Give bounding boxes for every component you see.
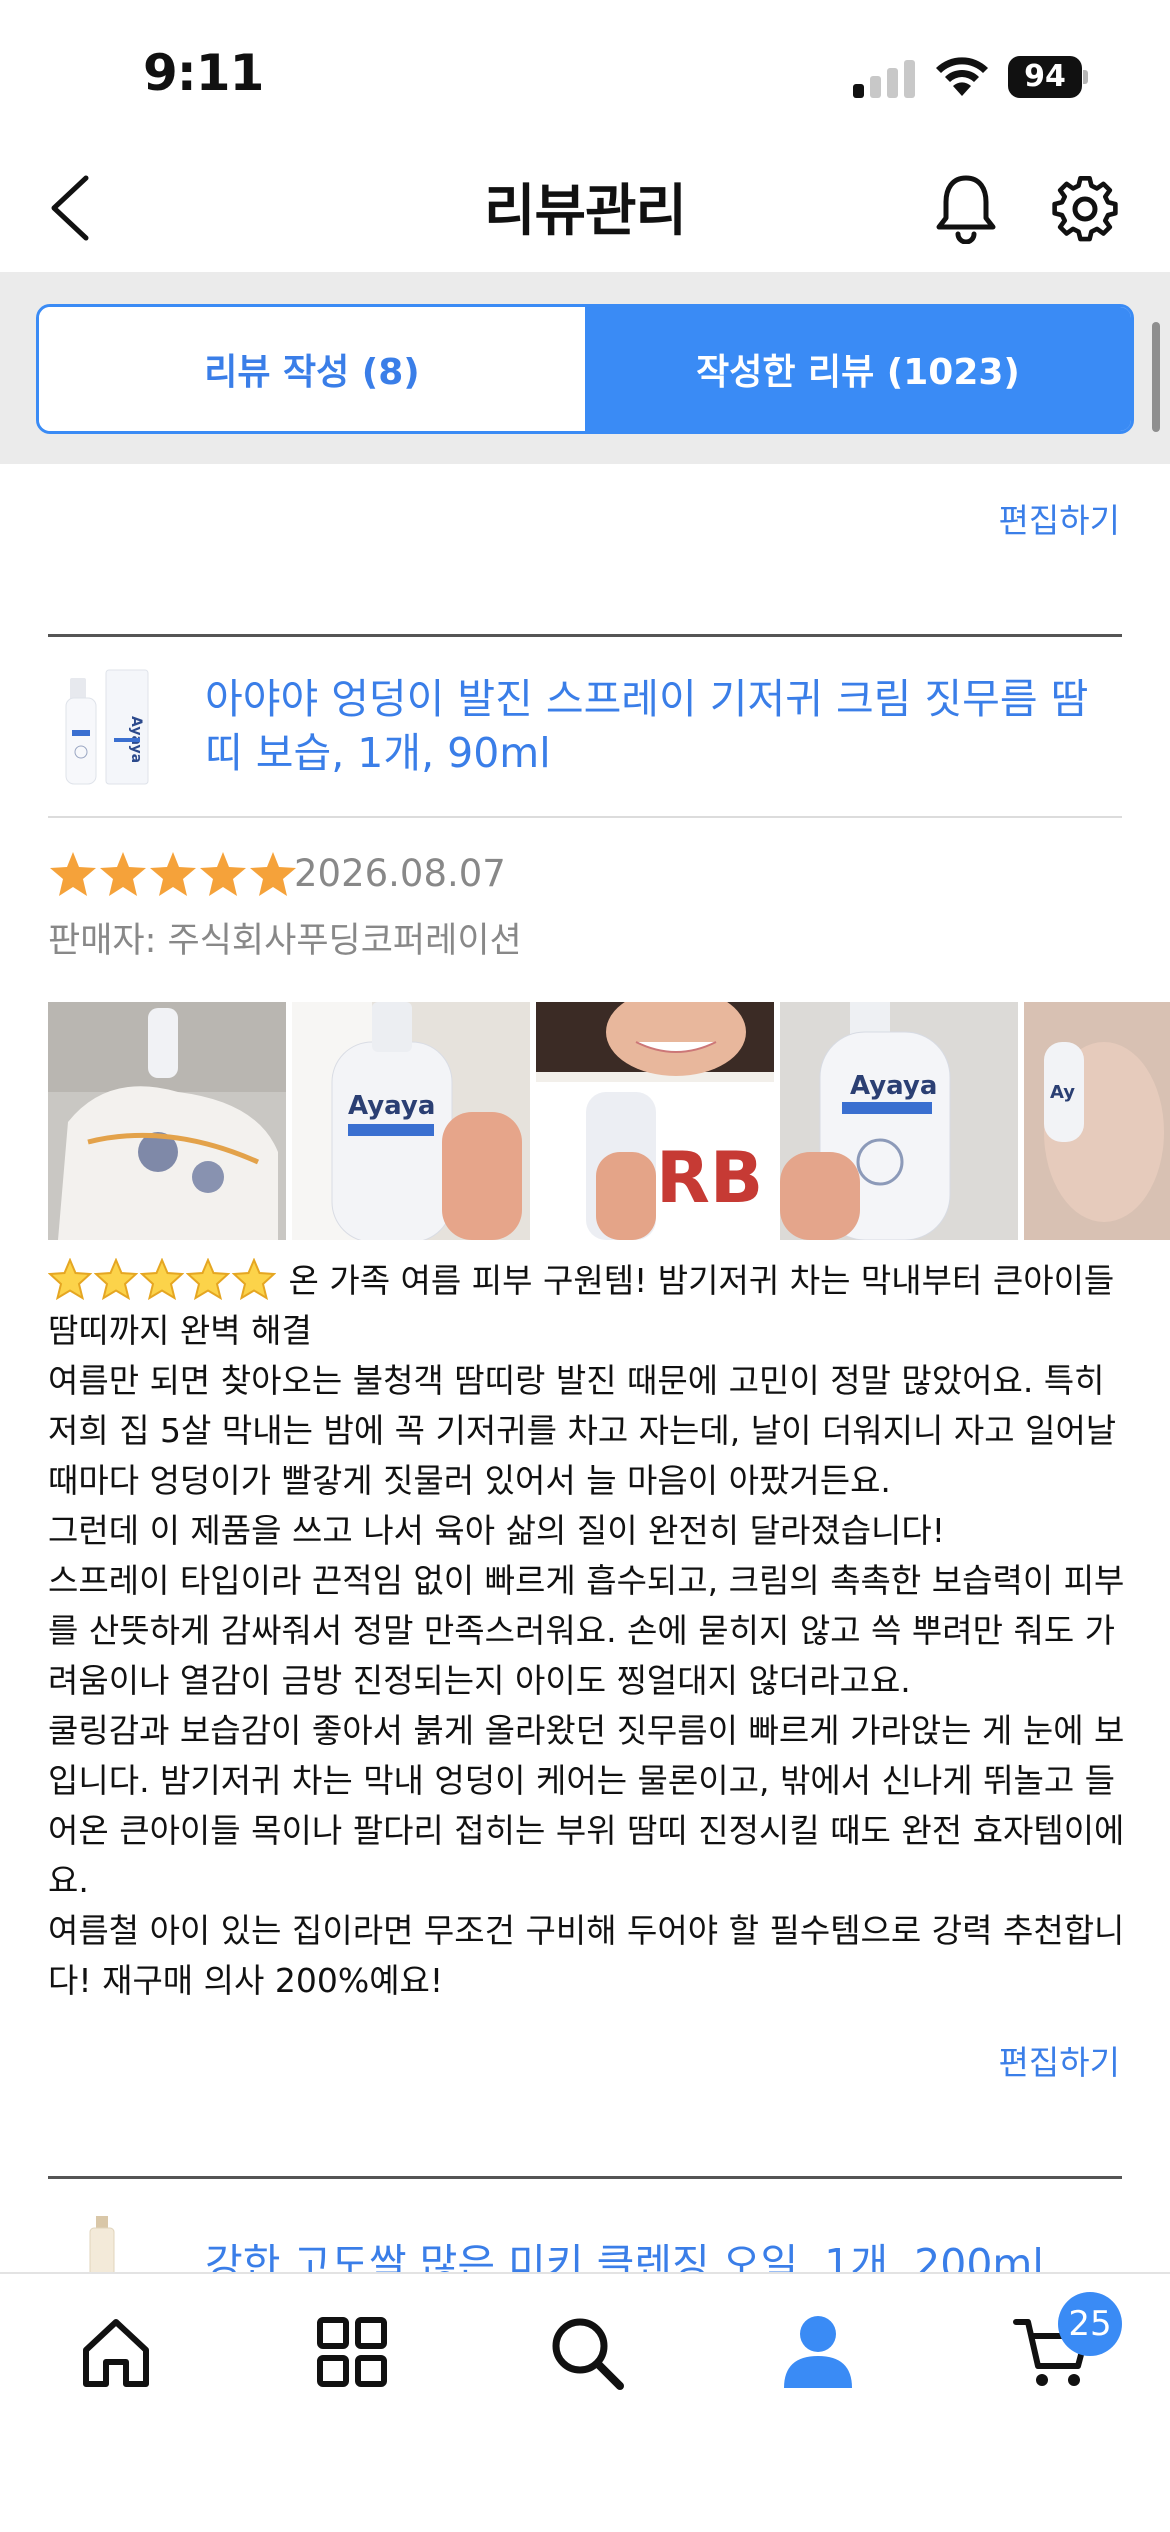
tab-written-reviews[interactable]: 작성한 리뷰 (1023) bbox=[585, 307, 1131, 431]
review-date: 2026.08.07 bbox=[294, 852, 506, 895]
star-emoji-icon bbox=[186, 1258, 230, 1300]
star-icon bbox=[200, 852, 246, 896]
wifi-icon bbox=[936, 57, 988, 96]
review-paragraph: 스프레이 타입이라 끈적임 없이 빠르게 흡수되고, 크림의 촉촉한 보습력이 … bbox=[48, 1561, 1125, 1700]
grid-icon[interactable] bbox=[312, 2312, 392, 2392]
profile-icon[interactable] bbox=[778, 2312, 858, 2392]
edit-button[interactable]: 편집하기 bbox=[999, 494, 1120, 542]
review-divider bbox=[48, 634, 1122, 637]
star-emoji-icon bbox=[232, 1258, 276, 1300]
review-tabs-area: 리뷰 작성 (8) 작성한 리뷰 (1023) bbox=[0, 272, 1170, 464]
review-paragraph: 여름철 아이 있는 집이라면 무조건 구비해 두어야 할 필수템으로 강력 추천… bbox=[48, 1911, 1125, 2000]
rating-stars bbox=[48, 850, 298, 898]
search-icon[interactable] bbox=[546, 2312, 626, 2392]
svg-text:Ayaya: Ayaya bbox=[850, 1071, 937, 1101]
tab-write-review[interactable]: 리뷰 작성 (8) bbox=[39, 307, 585, 431]
bottom-tab-bar: 25 bbox=[0, 2272, 1170, 2532]
star-emoji-icon bbox=[48, 1258, 92, 1300]
review-photo-strip[interactable]: Ayaya RB Ayaya Ay bbox=[48, 1002, 1170, 1240]
review-body: 온 가족 여름 피부 구원템! 밤기저귀 차는 막내부터 큰아이들 땀띠까지 완… bbox=[48, 1256, 1128, 2006]
cart-count-badge: 25 bbox=[1058, 2292, 1122, 2356]
cellular-signal-icon bbox=[853, 58, 917, 98]
review-photo[interactable]: Ayaya bbox=[780, 1002, 1018, 1240]
review-tab-group: 리뷰 작성 (8) 작성한 리뷰 (1023) bbox=[36, 304, 1134, 434]
nav-bar: 리뷰관리 bbox=[0, 150, 1170, 270]
review-photo[interactable]: Ayaya bbox=[292, 1002, 530, 1240]
star-emoji-icon bbox=[140, 1258, 184, 1300]
status-bar: 9:11 94 bbox=[0, 0, 1170, 150]
svg-text:Ayaya: Ayaya bbox=[348, 1091, 435, 1121]
seller-name: 판매자: 주식회사푸딩코퍼레이션 bbox=[48, 921, 522, 961]
product-thumbnail[interactable]: Ayaya bbox=[62, 668, 152, 788]
star-icon bbox=[100, 852, 146, 896]
product-thumbnail[interactable] bbox=[82, 2216, 122, 2276]
review-photo[interactable] bbox=[48, 1002, 286, 1240]
review-paragraph: 쿨링감과 보습감이 좋아서 붉게 올라왔던 짓무름이 빠르게 가라앉는 게 눈에… bbox=[48, 1711, 1125, 1900]
bell-icon[interactable] bbox=[934, 172, 998, 244]
review-headline: 온 가족 여름 피부 구원템! 밤기저귀 차는 막내부터 큰아이들 땀띠까지 완… bbox=[48, 1256, 1128, 1356]
gear-icon[interactable] bbox=[1052, 176, 1118, 242]
home-icon[interactable] bbox=[76, 2312, 156, 2392]
headline-stars bbox=[48, 1258, 278, 1300]
svg-text:Ay: Ay bbox=[1050, 1082, 1075, 1103]
review-photo[interactable]: Ay bbox=[1024, 1002, 1170, 1240]
battery-icon: 94 bbox=[1008, 56, 1088, 98]
product-divider bbox=[48, 816, 1122, 818]
svg-text:RB: RB bbox=[656, 1137, 763, 1219]
scrollbar[interactable] bbox=[1152, 322, 1160, 432]
review-divider bbox=[48, 2176, 1122, 2179]
review-paragraph: 여름만 되면 찾아오는 불청객 땀띠랑 발진 때문에 고민이 정말 많았어요. … bbox=[48, 1361, 1117, 1500]
review-paragraph: 그런데 이 제품을 쓰고 나서 육아 삶의 질이 완전히 달라졌습니다! bbox=[48, 1511, 945, 1550]
product-title-link[interactable]: 아야야 엉덩이 발진 스프레이 기저귀 크림 짓무름 땀띠 보습, 1개, 90… bbox=[205, 672, 1105, 780]
review-photo[interactable]: RB bbox=[536, 1002, 774, 1240]
star-icon bbox=[150, 852, 196, 896]
star-emoji-icon bbox=[94, 1258, 138, 1300]
battery-level: 94 bbox=[1008, 56, 1082, 98]
star-icon bbox=[250, 852, 296, 896]
edit-button[interactable]: 편집하기 bbox=[999, 2036, 1120, 2084]
star-icon bbox=[50, 852, 96, 896]
status-time: 9:11 bbox=[143, 44, 264, 102]
